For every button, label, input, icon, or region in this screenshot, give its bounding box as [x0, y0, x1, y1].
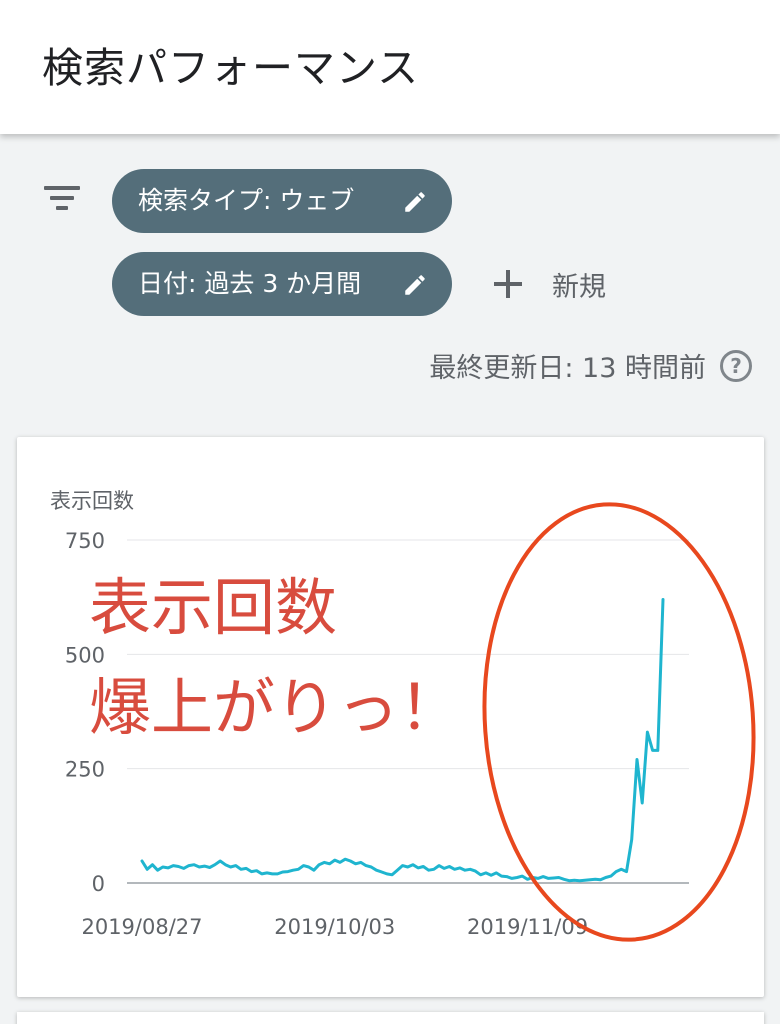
page-title: 検索パフォーマンス	[42, 44, 420, 92]
next-card	[17, 1012, 764, 1024]
y-tick-label: 750	[65, 529, 105, 553]
annotation-line: 表示回数	[89, 571, 337, 644]
pencil-icon[interactable]	[402, 272, 428, 298]
filter-bar: 検索タイプ: ウェブ 日付: 過去 3 か月間 新規 最終更新日: 13 時間前…	[0, 134, 780, 436]
y-tick-label: 500	[65, 643, 105, 667]
y-tick-label: 250	[65, 758, 105, 782]
x-tick-label: 2019/08/27	[81, 915, 202, 939]
x-axis-ticks: 2019/08/27 2019/10/03 2019/11/09	[81, 915, 588, 939]
date-range-filter-chip[interactable]: 日付: 過去 3 か月間	[112, 252, 452, 316]
chip-label: 日付: 過去 3 か月間	[138, 269, 362, 298]
search-type-filter-chip[interactable]: 検索タイプ: ウェブ	[112, 169, 452, 233]
plus-icon	[492, 268, 524, 300]
highlight-ellipse	[482, 502, 756, 942]
last-updated: 最終更新日: 13 時間前 ?	[429, 346, 752, 385]
add-new-filter-button[interactable]: 新規	[492, 262, 606, 306]
y-tick-label: 0	[92, 872, 105, 896]
chip-label: 検索タイプ: ウェブ	[138, 186, 355, 215]
add-new-label: 新規	[552, 271, 606, 303]
x-tick-label: 2019/10/03	[274, 915, 395, 939]
question-circle-icon[interactable]: ?	[720, 349, 752, 382]
annotation-line: 爆上がりっ！	[89, 671, 461, 744]
app-header: 検索パフォーマンス	[0, 0, 780, 134]
impressions-line-chart: 表示回数 0250500750 2019/08/27 2019/10/03 2019…	[50, 489, 756, 942]
last-updated-text: 最終更新日: 13 時間前	[429, 353, 706, 384]
impressions-chart-card: 表示回数 0 250 500 750 2019/08/27 2019/10/03 2019…	[17, 437, 764, 997]
pencil-icon[interactable]	[402, 189, 428, 215]
filter-list-icon[interactable]	[44, 184, 80, 214]
handwritten-annotation: 表示回数爆上がりっ！	[89, 571, 461, 744]
y-axis-label: 表示回数	[50, 489, 134, 513]
